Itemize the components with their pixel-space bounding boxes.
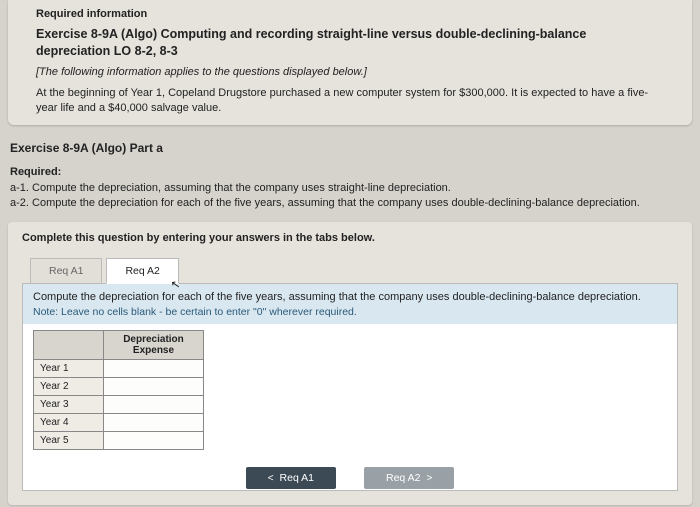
prev-label: Req A1 [280, 472, 314, 484]
required-info-label: Required information [36, 8, 664, 20]
required-a2: a-2. Compute the depreciation for each o… [10, 196, 700, 211]
table-row: Year 3 [34, 396, 204, 414]
table-row: Year 2 [34, 378, 204, 396]
required-block: Required: a-1. Compute the depreciation,… [10, 165, 700, 211]
dep-input-year3[interactable] [104, 396, 204, 414]
row-label: Year 4 [34, 414, 104, 432]
table-row: Year 1 [34, 360, 204, 378]
tab-req-a2[interactable]: Req A2 ↖ [106, 258, 178, 284]
row-label: Year 1 [34, 360, 104, 378]
row-label: Year 3 [34, 396, 104, 414]
instruction-text: Complete this question by entering your … [22, 232, 678, 244]
tab-req-a2-label: Req A2 [125, 265, 159, 277]
nav-row: < Req A1 Req A2 > [0, 467, 700, 489]
next-button[interactable]: Req A2 > [364, 467, 454, 489]
panel-prompt: Compute the depreciation for each of the… [23, 284, 677, 307]
dep-input-year5[interactable] [104, 432, 204, 450]
applies-note: [The following information applies to th… [36, 66, 664, 78]
col-header-depexp: Depreciation Expense [104, 331, 204, 360]
table-corner [34, 331, 104, 360]
dep-input-year4[interactable] [104, 414, 204, 432]
scenario-text: At the beginning of Year 1, Copeland Dru… [36, 86, 664, 116]
required-heading: Required: [10, 165, 700, 180]
required-a1: a-1. Compute the depreciation, assuming … [10, 181, 700, 196]
chevron-left-icon: < [268, 473, 274, 484]
chevron-right-icon: > [426, 473, 432, 484]
dep-input-year1[interactable] [104, 360, 204, 378]
next-label: Req A2 [386, 472, 420, 484]
tab-strip: Req A1 Req A2 ↖ [30, 258, 678, 284]
part-title: Exercise 8-9A (Algo) Part a [10, 141, 700, 155]
exercise-title: Exercise 8-9A (Algo) Computing and recor… [36, 26, 664, 60]
panel-note: Note: Leave no cells blank - be certain … [23, 306, 677, 324]
tab-req-a1[interactable]: Req A1 [30, 258, 102, 284]
info-card: Required information Exercise 8-9A (Algo… [8, 0, 692, 125]
prev-button[interactable]: < Req A1 [246, 467, 336, 489]
row-label: Year 2 [34, 378, 104, 396]
table-row: Year 4 [34, 414, 204, 432]
row-label: Year 5 [34, 432, 104, 450]
tab-panel: Compute the depreciation for each of the… [22, 283, 678, 492]
depreciation-table: Depreciation Expense Year 1 Year 2 Year … [33, 330, 204, 450]
dep-input-year2[interactable] [104, 378, 204, 396]
table-row: Year 5 [34, 432, 204, 450]
answer-card: Complete this question by entering your … [8, 222, 692, 506]
table-wrap: Depreciation Expense Year 1 Year 2 Year … [23, 324, 677, 490]
